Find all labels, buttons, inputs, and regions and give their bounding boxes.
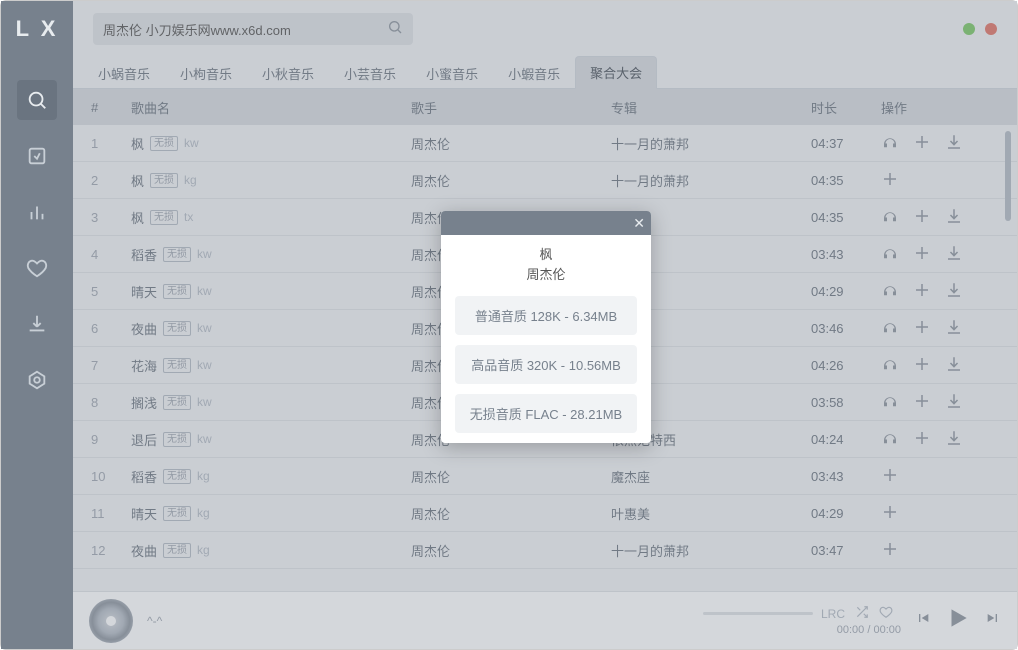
quality-option-0[interactable]: 普通音质 128K - 6.34MB [455, 296, 637, 335]
quality-option-1[interactable]: 高品音质 320K - 10.56MB [455, 345, 637, 384]
nav-download[interactable] [17, 304, 57, 344]
modal-title: 枫 周杰伦 [441, 235, 651, 296]
nav-heart[interactable] [17, 248, 57, 288]
close-icon[interactable]: ✕ [633, 215, 645, 232]
sidebar: L X [1, 1, 73, 649]
modal-artist: 周杰伦 [441, 265, 651, 285]
quality-modal: ✕ 枫 周杰伦 普通音质 128K - 6.34MB 高品音质 320K - 10… [441, 211, 651, 443]
modal-song: 枫 [441, 245, 651, 265]
nav-search[interactable] [17, 80, 57, 120]
logo: L X [16, 16, 59, 42]
nav-settings[interactable] [17, 360, 57, 400]
modal-header: ✕ [441, 211, 651, 235]
quality-option-2[interactable]: 无损音质 FLAC - 28.21MB [455, 394, 637, 433]
nav-playlist[interactable] [17, 136, 57, 176]
nav-chart[interactable] [17, 192, 57, 232]
